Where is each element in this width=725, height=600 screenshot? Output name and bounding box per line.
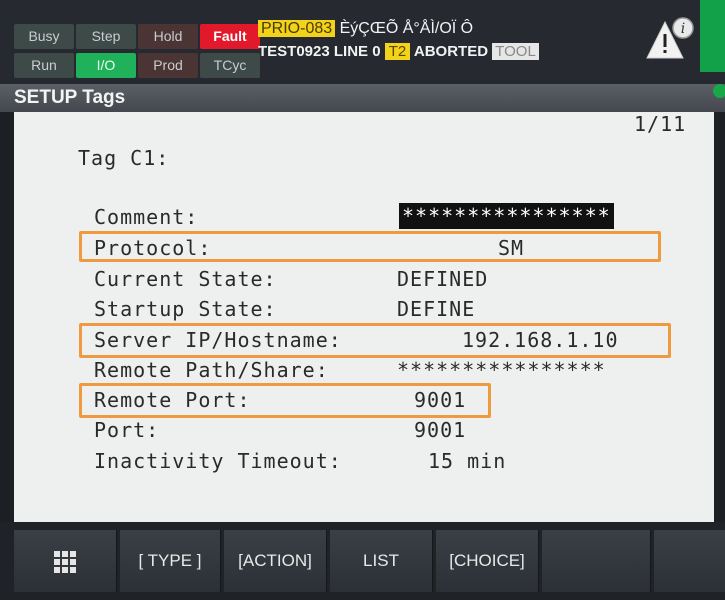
server-ip-value[interactable]: 192.168.1.10 [462, 328, 619, 352]
comment-label: Comment: [94, 205, 199, 229]
inactivity-timeout-label: Inactivity Timeout: [94, 449, 342, 473]
remote-port-value[interactable]: 9001 [414, 388, 466, 412]
current-state-label: Current State: [94, 267, 277, 291]
run-indicator: Run [14, 53, 74, 78]
status-bar: Busy Step Hold Fault Run I/O Prod TCyc P… [0, 0, 725, 84]
softkey-bar: [ TYPE ] [ACTION] LIST [CHOICE] [0, 522, 725, 600]
current-state-value[interactable]: DEFINED [397, 267, 488, 291]
warning-icon[interactable]: i [645, 14, 697, 64]
comment-value[interactable]: **************** [399, 203, 614, 229]
remote-path-label: Remote Path/Share: [94, 358, 329, 382]
program-name: TEST0923 LINE 0 [258, 43, 381, 60]
remote-port-label: Remote Port: [94, 388, 251, 412]
svg-text:i: i [681, 21, 685, 37]
port-value[interactable]: 9001 [414, 418, 466, 442]
startup-state-value[interactable]: DEFINE [397, 297, 475, 321]
io-indicator: I/O [76, 53, 136, 78]
fault-indicator: Fault [200, 24, 260, 49]
port-label: Port: [94, 418, 160, 442]
page-indicator: 1/11 [634, 112, 687, 136]
type-button[interactable]: [ TYPE ] [120, 530, 221, 592]
f5-button[interactable] [542, 530, 651, 592]
protocol-label: Protocol: [94, 236, 212, 260]
screen-title-bar: SETUP Tags [0, 84, 725, 112]
prod-indicator: Prod [138, 53, 198, 78]
tool-badge: TOOL [492, 43, 539, 60]
grid-icon [53, 550, 77, 574]
busy-indicator: Busy [14, 24, 74, 49]
choice-button[interactable]: [CHOICE] [436, 530, 539, 592]
panel-indicator [700, 0, 725, 72]
program-state: ABORTED [413, 43, 489, 60]
status-dot [713, 84, 725, 98]
mode-badge: T2 [384, 43, 411, 60]
startup-state-label: Startup State: [94, 297, 277, 321]
page-title: SETUP Tags [14, 87, 126, 108]
tag-label: Tag C1: [78, 146, 170, 170]
setup-tags-panel: 1/11 Tag C1: Comment: **************** P… [14, 112, 714, 522]
tcyc-indicator: TCyc [200, 53, 260, 78]
hold-indicator: Hold [138, 24, 198, 49]
protocol-value[interactable]: SM [498, 236, 524, 260]
list-button[interactable]: LIST [330, 530, 433, 592]
program-status-line: TEST0923 LINE 0 T2 ABORTED TOOL [258, 43, 539, 60]
alarm-message-line: PRIO-083 ÈýÇŒÕ Å°ÅÌ/OÏ Ô [258, 20, 473, 38]
remote-path-value[interactable]: **************** [397, 358, 606, 382]
prio-code-badge: PRIO-083 [258, 20, 336, 37]
next-button[interactable] [654, 530, 725, 592]
action-button[interactable]: [ACTION] [224, 530, 327, 592]
inactivity-timeout-value[interactable]: 15 min [428, 449, 506, 473]
alarm-text: ÈýÇŒÕ Å°ÅÌ/OÏ Ô [339, 20, 474, 37]
menu-button[interactable] [14, 530, 117, 592]
server-ip-label: Server IP/Hostname: [94, 328, 342, 352]
step-indicator: Step [76, 24, 136, 49]
